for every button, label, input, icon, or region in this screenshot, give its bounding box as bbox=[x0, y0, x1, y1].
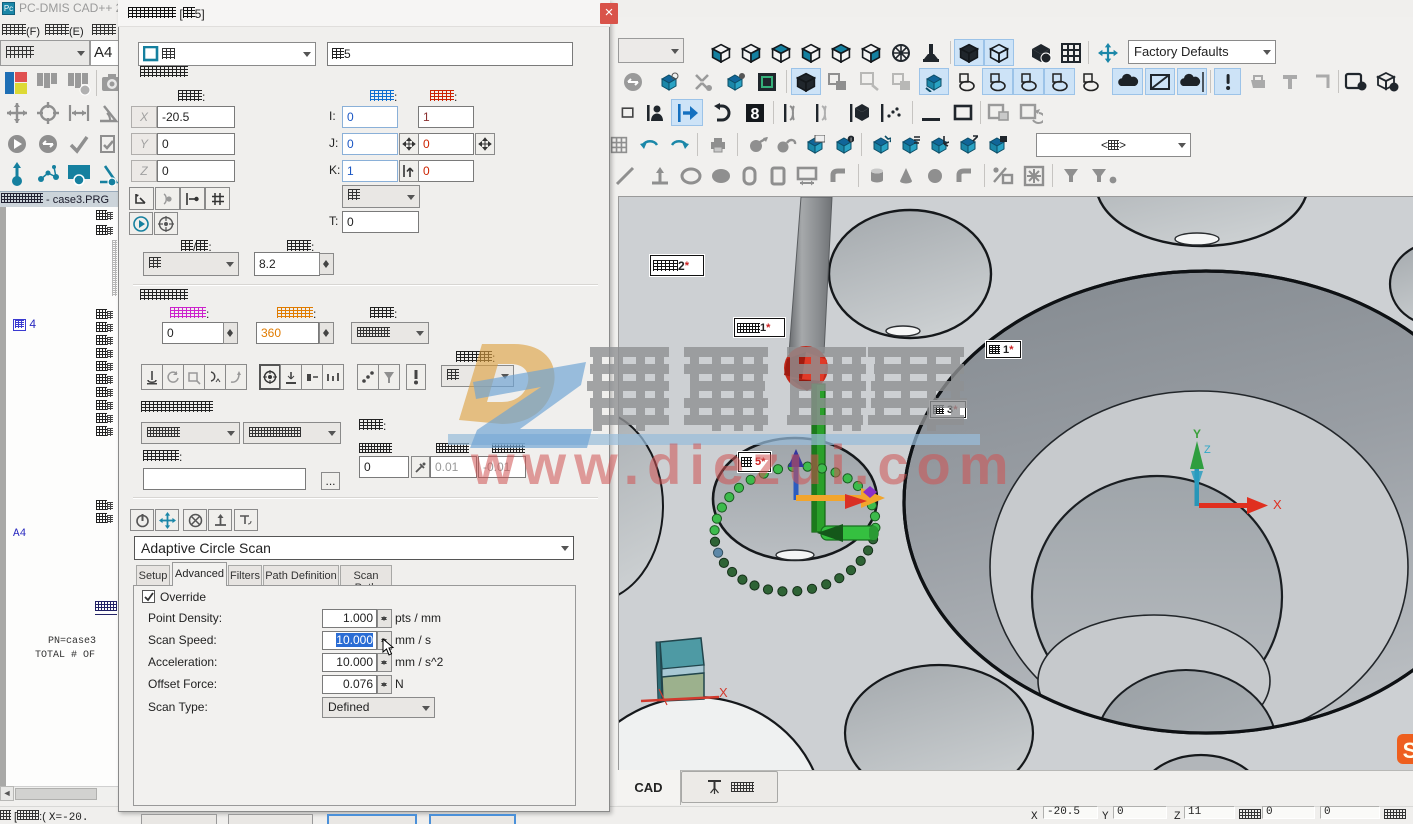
svg-text:X: X bbox=[719, 685, 728, 700]
svg-text:Y: Y bbox=[1193, 427, 1201, 441]
svg-text:i: i bbox=[850, 137, 851, 143]
svg-text:S: S bbox=[1403, 738, 1413, 763]
svg-text:Z: Z bbox=[1204, 444, 1211, 456]
svg-text:X: X bbox=[1273, 497, 1282, 512]
svg-text:8: 8 bbox=[751, 106, 760, 123]
